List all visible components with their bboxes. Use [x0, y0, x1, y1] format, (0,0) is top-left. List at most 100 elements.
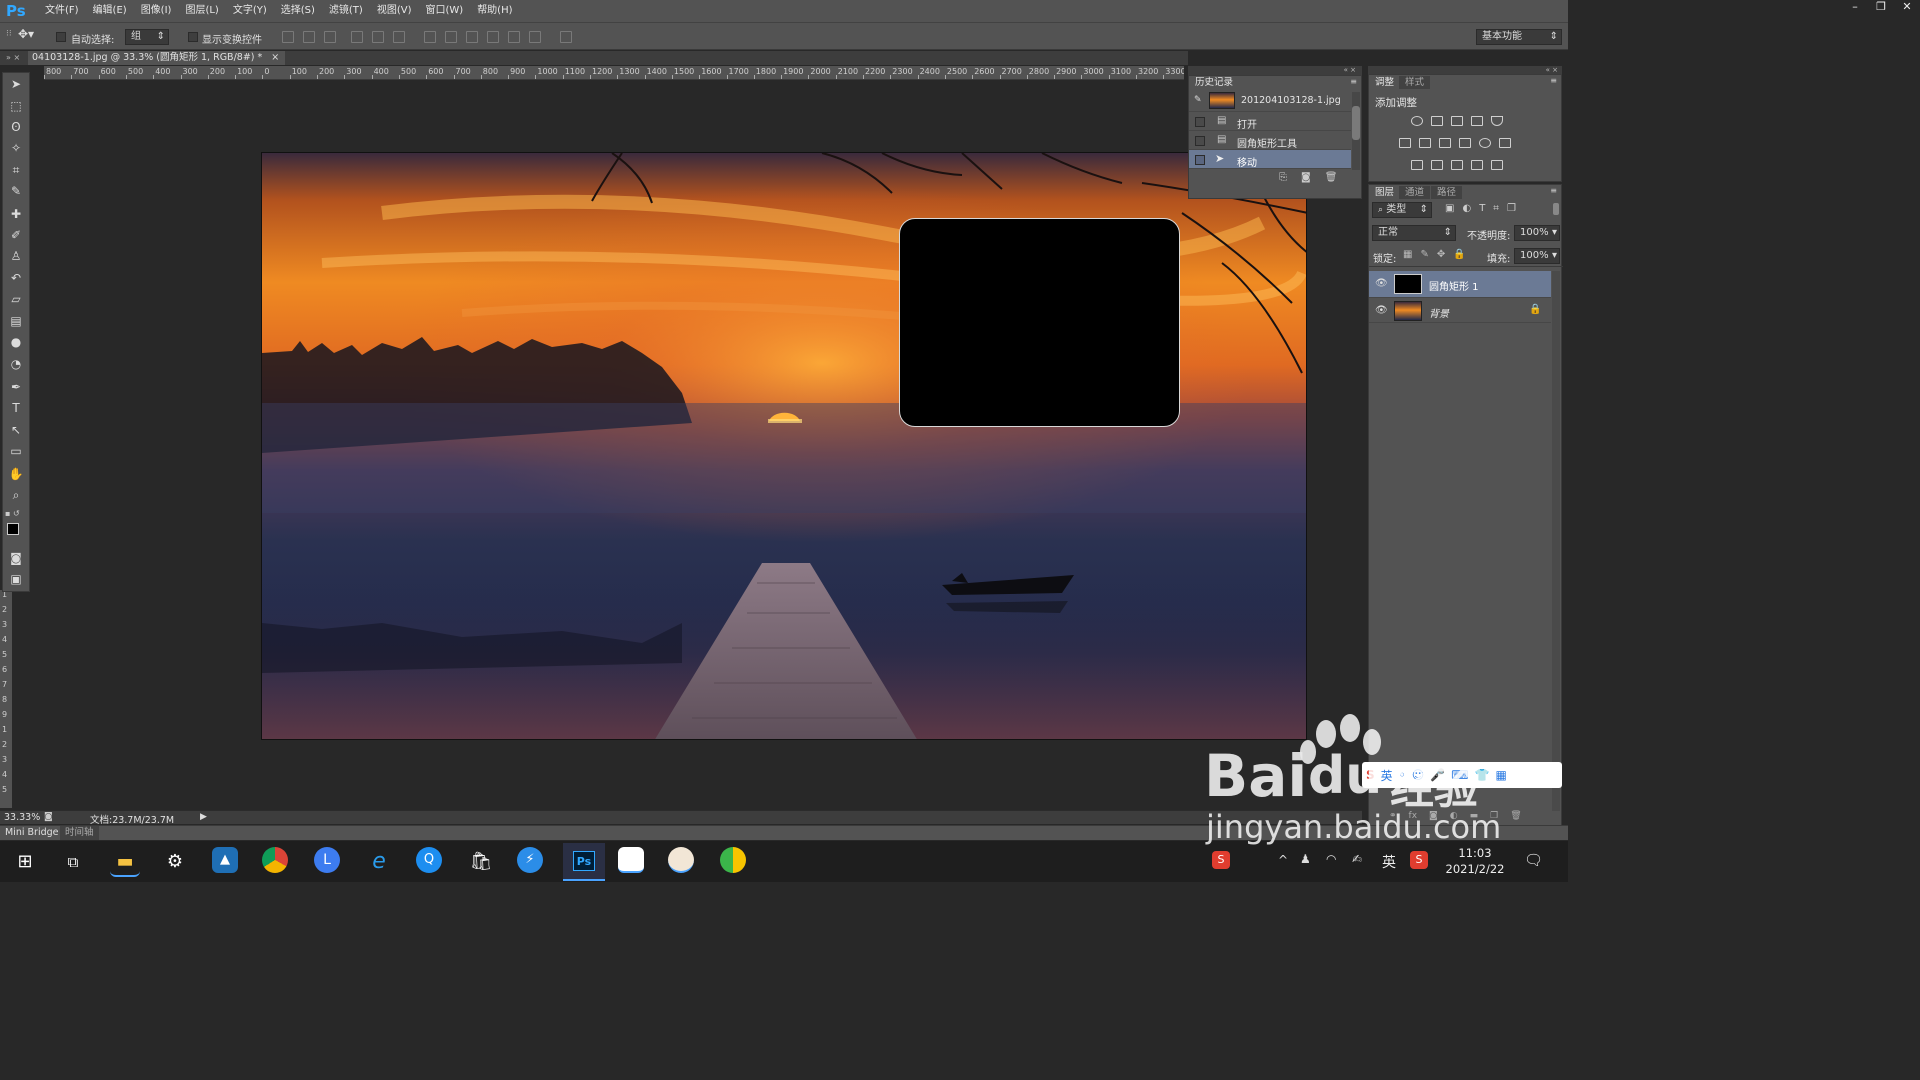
- document-tab-close[interactable]: ×: [271, 52, 279, 63]
- 360-icon[interactable]: [720, 847, 746, 873]
- task-view-icon[interactable]: ⧉: [58, 847, 88, 877]
- menu-edit[interactable]: 编辑(E): [86, 0, 134, 22]
- ie-icon[interactable]: e: [364, 847, 394, 877]
- type-tool-icon[interactable]: T: [6, 399, 26, 417]
- distribute-hcenter-icon[interactable]: [508, 31, 520, 43]
- path-selection-icon[interactable]: ↖: [6, 421, 26, 439]
- panel-menu-icon[interactable]: ≡: [1550, 186, 1557, 195]
- history-tab[interactable]: 历史记录: [1189, 76, 1240, 89]
- history-item-checkbox[interactable]: [1195, 155, 1205, 165]
- menu-layer[interactable]: 图层(L): [178, 0, 225, 22]
- align-left-icon[interactable]: [351, 31, 363, 43]
- photoshop-icon[interactable]: Ps: [563, 843, 605, 881]
- styles-tab[interactable]: 样式: [1399, 76, 1431, 89]
- panel-menu-icon[interactable]: ≡: [1550, 76, 1557, 85]
- history-item-open[interactable]: ▤ 打开: [1189, 112, 1351, 131]
- shape-filter-icon[interactable]: ⌗: [1493, 203, 1499, 214]
- curves-icon[interactable]: [1451, 116, 1463, 126]
- distribute-bottom-icon[interactable]: [466, 31, 478, 43]
- history-brush-source-icon[interactable]: ✎: [1194, 95, 1202, 105]
- magic-wand-icon[interactable]: ✧: [6, 139, 26, 157]
- channels-tab[interactable]: 通道: [1399, 186, 1431, 199]
- file-explorer-icon[interactable]: ▬: [110, 847, 140, 877]
- foreground-color-swatch[interactable]: [7, 523, 19, 535]
- new-document-from-state-icon[interactable]: ⎘: [1279, 172, 1287, 183]
- quick-mask-icon[interactable]: ◙: [6, 549, 26, 567]
- status-info-icon[interactable]: ◙: [44, 812, 53, 822]
- distribute-right-icon[interactable]: [529, 31, 541, 43]
- start-icon[interactable]: ⊞: [10, 847, 40, 877]
- sogou-tray-icon[interactable]: S: [1410, 851, 1428, 869]
- clone-stamp-icon[interactable]: ♙: [6, 247, 26, 265]
- sogou-ime-tray-icon[interactable]: S: [1212, 851, 1230, 869]
- menu-image[interactable]: 图像(I): [134, 0, 179, 22]
- dodge-tool-icon[interactable]: ◔: [6, 355, 26, 373]
- blur-tool-icon[interactable]: ●: [6, 333, 26, 351]
- shape-tool-icon[interactable]: ▭: [6, 442, 26, 460]
- history-panel-collapse[interactable]: « ×: [1188, 66, 1362, 75]
- eyedropper-icon[interactable]: ✎: [6, 182, 26, 200]
- lock-all-icon[interactable]: 🔒: [1453, 249, 1465, 260]
- close-button[interactable]: ✕: [1894, 0, 1920, 16]
- visibility-eye-icon[interactable]: 👁: [1375, 278, 1388, 289]
- menu-window[interactable]: 窗口(W): [418, 0, 470, 22]
- swap-colors-icon[interactable]: ▪ ↺: [5, 509, 27, 521]
- blend-mode-dropdown[interactable]: 正常 ⇕: [1372, 225, 1456, 241]
- menu-file[interactable]: 文件(F): [38, 0, 86, 22]
- move-tool-preset-icon[interactable]: ✥▾: [18, 27, 34, 41]
- l-app-icon[interactable]: L: [314, 847, 340, 873]
- layer-filter-dropdown[interactable]: ⌕ 类型 ⇕: [1372, 202, 1432, 218]
- vibrance-icon[interactable]: [1491, 116, 1503, 126]
- threshold-icon[interactable]: [1451, 160, 1463, 170]
- chrome-icon[interactable]: [262, 847, 288, 873]
- status-menu-arrow-icon[interactable]: ▶: [200, 812, 207, 822]
- levels-icon[interactable]: [1431, 116, 1443, 126]
- opacity-input[interactable]: 100% ▾: [1514, 225, 1560, 241]
- history-item-move[interactable]: ➤ 移动: [1189, 150, 1351, 169]
- photo-filter-icon[interactable]: [1459, 138, 1471, 148]
- history-item-checkbox[interactable]: [1195, 136, 1205, 146]
- delete-state-icon[interactable]: 🗑: [1325, 172, 1338, 183]
- menu-type[interactable]: 文字(Y): [226, 0, 274, 22]
- channel-mixer-icon[interactable]: [1479, 138, 1491, 148]
- baidu-netdisk-icon[interactable]: [618, 847, 644, 873]
- workspace-dropdown[interactable]: 基本功能 ⇕: [1476, 29, 1562, 45]
- fill-input[interactable]: 100% ▾: [1514, 248, 1560, 264]
- store-icon[interactable]: 🛍: [466, 847, 496, 877]
- visibility-eye-icon[interactable]: 👁: [1375, 305, 1388, 316]
- adjustments-tab[interactable]: 调整: [1369, 76, 1401, 89]
- distribute-left-icon[interactable]: [487, 31, 499, 43]
- brush-tool-icon[interactable]: ✐: [6, 226, 26, 244]
- lock-position-icon[interactable]: ✥: [1437, 249, 1445, 260]
- posterize-icon[interactable]: [1431, 160, 1443, 170]
- layers-tab[interactable]: 图层: [1369, 186, 1401, 199]
- settings-icon[interactable]: ⚙: [160, 847, 190, 877]
- layer-row-rounded-rect[interactable]: 👁 圆角矩形 1: [1369, 271, 1551, 297]
- menu-view[interactable]: 视图(V): [370, 0, 419, 22]
- color-lookup-icon[interactable]: [1499, 138, 1511, 148]
- marquee-tool-icon[interactable]: ⬚: [6, 97, 26, 115]
- menu-filter[interactable]: 滤镜(T): [322, 0, 370, 22]
- qq-tray-icon[interactable]: ♟: [1300, 852, 1311, 866]
- gradient-map-icon[interactable]: [1491, 160, 1503, 170]
- screen-mode-icon[interactable]: ▣: [6, 570, 26, 588]
- exposure-icon[interactable]: [1471, 116, 1483, 126]
- restore-button[interactable]: ❐: [1868, 0, 1894, 16]
- hand-tool-icon[interactable]: ✋: [6, 465, 26, 483]
- pen-icon[interactable]: ✍: [1352, 852, 1362, 866]
- menu-select[interactable]: 选择(S): [274, 0, 322, 22]
- auto-select-dropdown[interactable]: 组 ⇕: [125, 29, 169, 45]
- zoom-tool-icon[interactable]: ⌕: [6, 486, 26, 504]
- color-balance-icon[interactable]: [1419, 138, 1431, 148]
- mini-bridge-tab[interactable]: Mini Bridge: [0, 826, 64, 840]
- history-item-checkbox[interactable]: [1195, 117, 1205, 127]
- document-tab[interactable]: 04103128-1.jpg @ 33.3% (圆角矩形 1, RGB/8#) …: [28, 51, 286, 65]
- pixel-filter-icon[interactable]: ▣: [1445, 203, 1454, 214]
- rounded-rectangle-shape[interactable]: [899, 218, 1180, 427]
- ime-mode[interactable]: 英: [1382, 852, 1396, 872]
- sogou-icon[interactable]: ⚡: [517, 847, 543, 873]
- history-snapshot-row[interactable]: ✎ 201204103128-1.jpg: [1189, 90, 1351, 112]
- history-item-rounded-rect[interactable]: ▤ 圆角矩形工具: [1189, 131, 1351, 150]
- align-vcenter-icon[interactable]: [303, 31, 315, 43]
- adjustment-filter-icon[interactable]: ◐: [1462, 203, 1471, 214]
